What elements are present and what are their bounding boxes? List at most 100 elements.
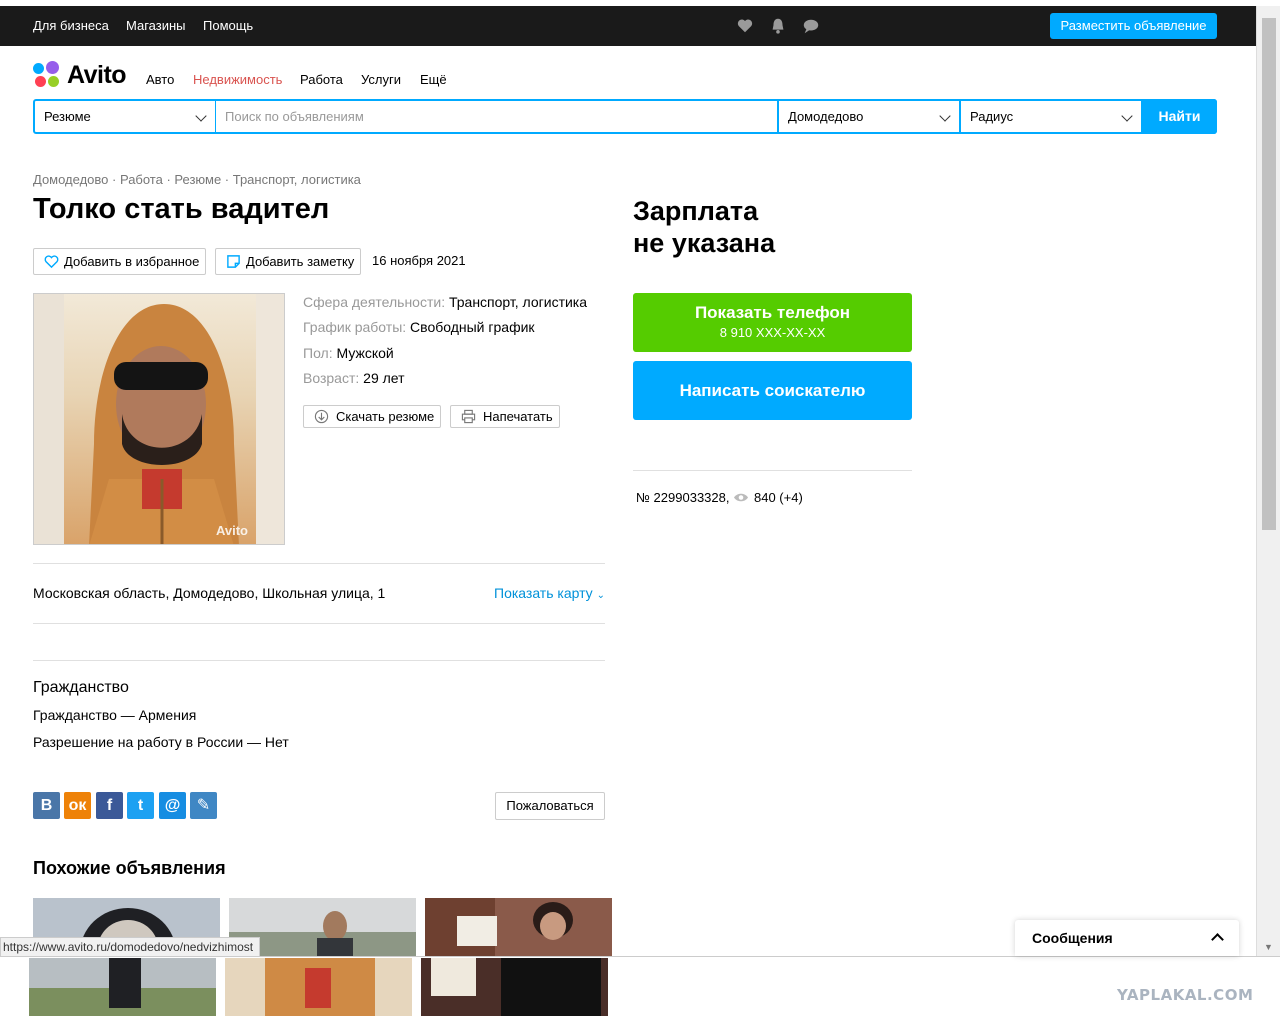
chevron-down-icon: ⌄ — [596, 590, 605, 601]
chat-icon[interactable] — [802, 17, 820, 35]
scroll-down-icon[interactable]: ▼ — [1264, 942, 1273, 952]
download-resume-button[interactable]: Скачать резюме — [303, 405, 441, 428]
facebook-icon[interactable]: f — [96, 792, 123, 819]
similar-ads-heading: Похожие объявления — [33, 858, 226, 878]
param-sphere: Сфера деятельности: Транспорт, логистика — [303, 294, 587, 310]
publish-date: 16 ноября 2021 — [372, 253, 466, 268]
eye-icon — [734, 493, 748, 502]
page-scrollbar[interactable]: ▼ — [1256, 6, 1280, 956]
note-icon — [227, 255, 240, 268]
similar-ad-image — [225, 958, 412, 1016]
similar-ad-image — [425, 898, 612, 956]
chevron-up-icon[interactable] — [1211, 933, 1224, 946]
status-bar-url: https://www.avito.ru/domodedovo/nedvizhi… — [0, 937, 261, 957]
views-count: 840 (+4) — [754, 490, 803, 505]
search-category-select[interactable]: Резюме — [35, 101, 216, 132]
divider — [33, 623, 605, 624]
chevron-down-icon — [1121, 110, 1133, 122]
write-applicant-button[interactable]: Написать соискателю — [633, 361, 912, 420]
show-phone-button[interactable]: Показать телефон 8 910 XXX-XX-XX — [633, 293, 912, 352]
param-label: Пол: — [303, 345, 333, 361]
address: Московская область, Домодедово, Школьная… — [33, 585, 386, 601]
photo-watermark: Avito — [215, 523, 248, 538]
divider — [33, 660, 605, 661]
phone-mask: 8 910 XXX-XX-XX — [719, 325, 826, 340]
ok-icon[interactable]: ок — [64, 792, 91, 819]
add-favorite-button[interactable]: Добавить в избранное — [33, 248, 206, 275]
topbar-link-help[interactable]: Помощь — [203, 18, 253, 33]
messages-label: Сообщения — [1032, 930, 1113, 946]
similar-ad-image — [421, 958, 608, 1016]
top-bar: Для бизнеса Магазины Помощь Разместить о… — [0, 6, 1256, 46]
param-label: Возраст: — [303, 370, 360, 386]
param-value: Транспорт, логистика — [448, 294, 588, 310]
complain-button[interactable]: Пожаловаться — [495, 792, 605, 820]
search-location-value: Домодедово — [788, 109, 864, 124]
param-label: График работы: — [303, 319, 407, 335]
param-value: Свободный график — [410, 319, 535, 335]
param-age: Возраст: 29 лет — [303, 370, 405, 386]
show-map-label: Показать карту — [494, 585, 593, 601]
category-more[interactable]: Ещё — [420, 72, 447, 87]
category-services[interactable]: Услуги — [361, 72, 401, 87]
print-button[interactable]: Напечатать — [450, 405, 560, 428]
vk-icon[interactable]: В — [33, 792, 60, 819]
resume-photo[interactable]: Avito — [33, 293, 285, 545]
add-favorite-label: Добавить в избранное — [64, 254, 200, 269]
download-resume-label: Скачать резюме — [336, 409, 435, 424]
show-map-link[interactable]: Показать карту ⌄ — [494, 585, 605, 601]
search-category-value: Резюме — [44, 109, 91, 124]
salary-line-1: Зарплата — [633, 196, 759, 226]
similar-ad-thumb[interactable] — [421, 958, 608, 1016]
topbar-link-business[interactable]: Для бизнеса — [33, 18, 109, 33]
search-radius-value: Радиус — [970, 109, 1014, 124]
category-auto[interactable]: Авто — [146, 72, 174, 87]
logo-dot-blue — [33, 63, 44, 74]
category-jobs[interactable]: Работа — [300, 72, 343, 87]
param-value: Мужской — [336, 345, 394, 361]
category-realty[interactable]: Недвижимость — [193, 72, 282, 87]
person-photo-image — [34, 294, 284, 544]
salary: Зарплата не указана — [633, 195, 775, 259]
bell-icon[interactable] — [769, 17, 787, 35]
mail-icon[interactable]: @ — [159, 792, 186, 819]
scrollbar-thumb[interactable] — [1262, 18, 1276, 530]
breadcrumb[interactable]: Домодедово · Работа · Резюме · Транспорт… — [33, 172, 361, 187]
add-note-button[interactable]: Добавить заметку — [215, 248, 361, 275]
similar-ad-thumb[interactable] — [29, 958, 216, 1016]
search-input[interactable]: Поиск по объявлениям — [216, 101, 778, 132]
work-permit-value: Разрешение на работу в России — Нет — [33, 734, 289, 750]
divider — [33, 563, 605, 564]
show-phone-label: Показать телефон — [694, 303, 851, 322]
heart-outline-icon — [44, 255, 59, 269]
twitter-icon[interactable]: t — [127, 792, 154, 819]
yaplakal-watermark: YAPLAKAL.COM — [1117, 986, 1254, 1004]
search-radius-select[interactable]: Радиус — [960, 101, 1142, 132]
logo-dot-purple — [46, 61, 59, 74]
similar-ad-thumb[interactable] — [225, 958, 412, 1016]
topbar-link-shops[interactable]: Магазины — [126, 18, 186, 33]
chevron-down-icon — [195, 110, 207, 122]
logo-text: Avito — [67, 61, 127, 89]
post-ad-button[interactable]: Разместить объявление — [1050, 13, 1217, 39]
print-label: Напечатать — [483, 409, 553, 424]
page-title: Толко стать вадител — [33, 193, 330, 225]
heart-icon[interactable] — [736, 17, 754, 35]
search-submit-button[interactable]: Найти — [1142, 99, 1217, 134]
search-location-select[interactable]: Домодедово — [778, 101, 960, 132]
citizenship-heading: Гражданство — [33, 679, 129, 696]
divider — [633, 470, 912, 471]
messages-panel[interactable]: Сообщения — [1015, 920, 1239, 956]
citizenship-value: Гражданство — Армения — [33, 707, 197, 723]
printer-icon — [461, 409, 476, 424]
param-gender: Пол: Мужской — [303, 345, 394, 361]
similar-ad-image — [29, 958, 216, 1016]
search-bar: Резюме Поиск по объявлениям Домодедово Р… — [33, 99, 1217, 134]
download-icon — [314, 409, 329, 424]
ad-number: № 2299033328, — [636, 490, 730, 505]
chevron-down-icon — [939, 110, 951, 122]
salary-line-2: не указана — [633, 228, 776, 258]
add-note-label: Добавить заметку — [246, 254, 355, 269]
similar-ad-thumb[interactable] — [425, 898, 612, 956]
livejournal-icon[interactable]: ✎ — [190, 792, 217, 819]
